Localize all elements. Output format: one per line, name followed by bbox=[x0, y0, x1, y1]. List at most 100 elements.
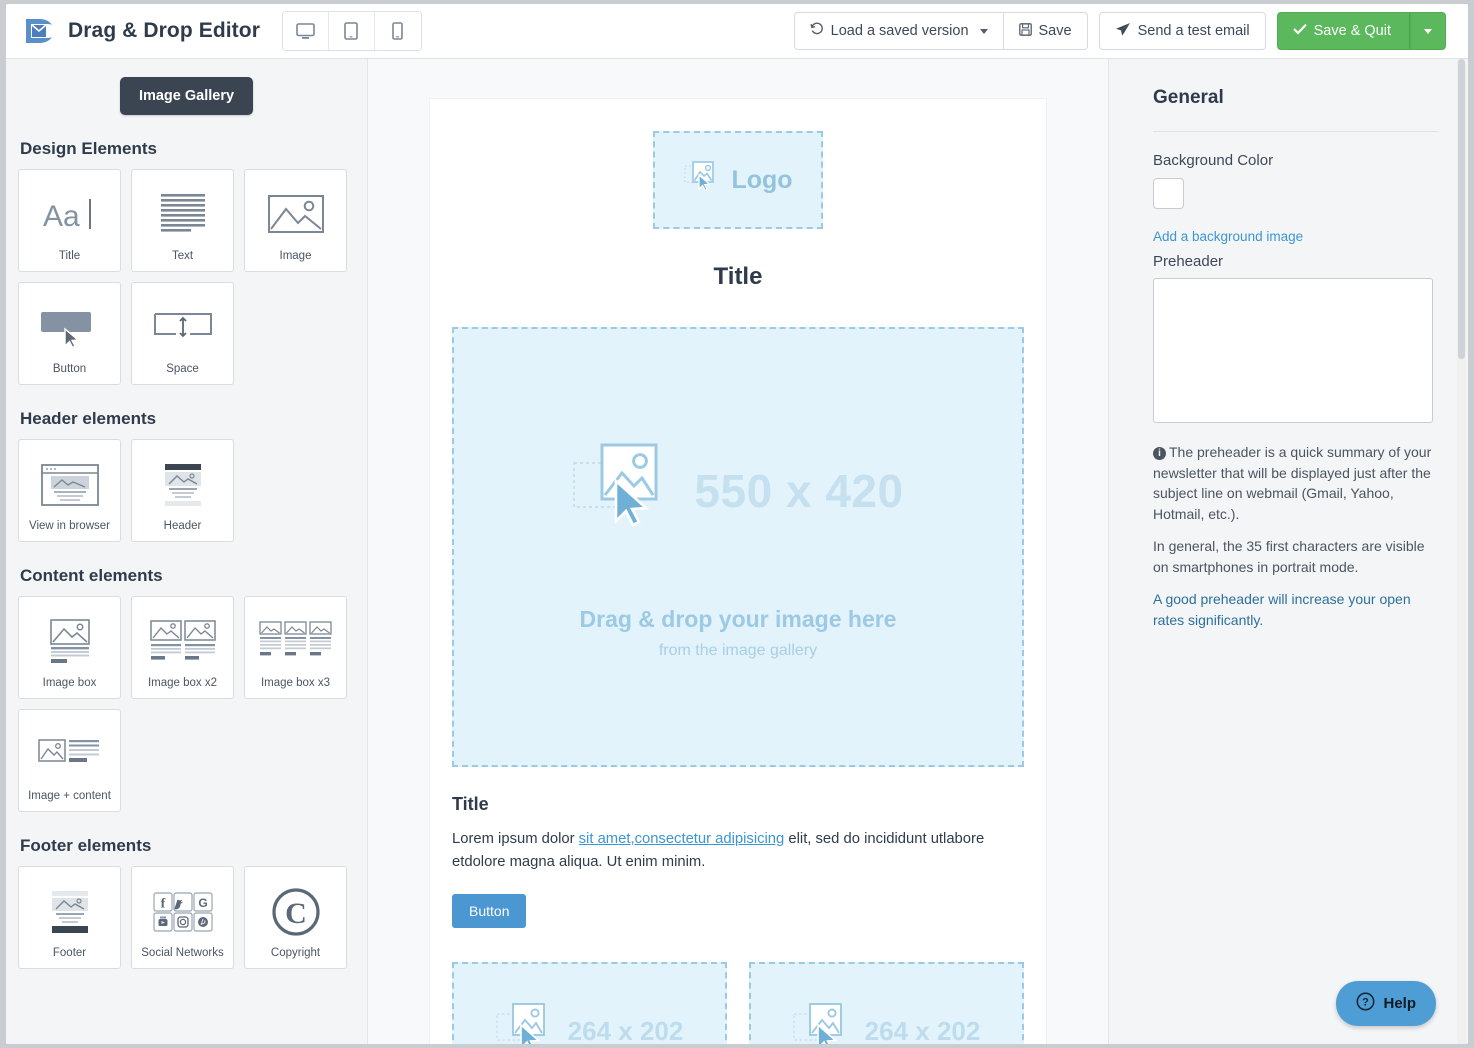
section-title-footer-elements: Footer elements bbox=[20, 836, 355, 856]
element-tile-title[interactable]: Aa Title bbox=[18, 169, 121, 272]
load-saved-version-label: Load a saved version bbox=[831, 23, 969, 39]
right-dropzone-size-label: 264 x 202 bbox=[865, 1016, 981, 1044]
element-tile-image-box[interactable]: Image box bbox=[18, 596, 121, 699]
copyright-icon: C bbox=[245, 876, 346, 947]
email-page: Logo Title bbox=[430, 99, 1046, 1044]
image-plus-content-icon bbox=[19, 719, 120, 790]
element-tile-text[interactable]: Text bbox=[131, 169, 234, 272]
element-tile-label: Footer bbox=[53, 947, 86, 968]
element-tile-header[interactable]: Header bbox=[131, 439, 234, 542]
svg-text:C: C bbox=[285, 897, 307, 930]
footer-block-icon bbox=[19, 876, 120, 947]
image-placeholder-icon bbox=[793, 998, 855, 1044]
content-elements-tiles: Image box bbox=[18, 596, 355, 812]
footer-elements-tiles: Footer f G bbox=[18, 866, 355, 969]
brand: Drag & Drop Editor bbox=[22, 15, 260, 47]
social-networks-icon: f G bbox=[132, 876, 233, 947]
image-box-x3-icon bbox=[245, 606, 346, 677]
title-aa-icon: Aa bbox=[19, 179, 120, 250]
text-lines-icon bbox=[132, 179, 233, 250]
element-tile-button[interactable]: Button bbox=[18, 282, 121, 385]
main-dropzone-size-label: 550 x 420 bbox=[694, 464, 903, 518]
content-cta-button[interactable]: Button bbox=[452, 894, 526, 928]
desktop-view-button[interactable] bbox=[283, 12, 329, 50]
save-quit-group: Save & Quit bbox=[1277, 12, 1446, 50]
element-tile-label: Image box x3 bbox=[261, 677, 330, 698]
content-heading[interactable]: Title bbox=[452, 794, 1046, 815]
content-paragraph[interactable]: Lorem ipsum dolor sit amet,consectetur a… bbox=[452, 828, 1024, 875]
scrollbar-thumb[interactable] bbox=[1458, 59, 1465, 359]
element-tile-image-plus-content[interactable]: Image + content bbox=[18, 709, 121, 812]
element-tile-label: Copyright bbox=[271, 947, 320, 968]
main-dropzone-headline: Drag & drop your image here bbox=[580, 606, 897, 633]
element-tile-label: Image + content bbox=[28, 790, 111, 811]
section-title-header-elements: Header elements bbox=[20, 409, 355, 429]
element-tile-image[interactable]: Image bbox=[244, 169, 347, 272]
element-tile-label: Button bbox=[53, 363, 86, 384]
svg-text:Aa: Aa bbox=[43, 200, 80, 233]
paper-plane-icon bbox=[1115, 22, 1131, 41]
design-elements-tiles: Aa Title bbox=[18, 169, 355, 385]
element-tile-label: Image box x2 bbox=[148, 677, 217, 698]
check-icon bbox=[1293, 23, 1307, 39]
top-actions: Load a saved version Save Send a test em… bbox=[794, 12, 1446, 50]
email-heading[interactable]: Title bbox=[430, 263, 1046, 291]
svg-text:G: G bbox=[198, 896, 207, 910]
element-tile-footer[interactable]: Footer bbox=[18, 866, 121, 969]
history-icon bbox=[810, 22, 824, 40]
tablet-icon bbox=[344, 22, 358, 40]
preheader-input[interactable] bbox=[1153, 278, 1433, 423]
add-background-image-link[interactable]: Add a background image bbox=[1153, 229, 1438, 244]
help-button[interactable]: ? Help bbox=[1336, 981, 1436, 1026]
elements-sidebar: Image Gallery Design Elements Aa Title bbox=[6, 59, 368, 1044]
right-image-dropzone[interactable]: 264 x 202 bbox=[749, 962, 1024, 1044]
browser-window-icon bbox=[19, 449, 120, 520]
image-gallery-button[interactable]: Image Gallery bbox=[120, 77, 253, 115]
chevron-down-icon bbox=[980, 29, 988, 34]
mobile-view-button[interactable] bbox=[375, 12, 421, 50]
panel-scrollbar[interactable] bbox=[1457, 59, 1466, 1044]
save-button[interactable]: Save bbox=[1003, 12, 1088, 50]
device-toggle-group bbox=[282, 11, 422, 51]
header-elements-tiles: View in browser Header bbox=[18, 439, 355, 542]
element-tile-image-box-x3[interactable]: Image box x3 bbox=[244, 596, 347, 699]
element-tile-space[interactable]: Space bbox=[131, 282, 234, 385]
top-toolbar: Drag & Drop Editor bbox=[6, 4, 1468, 59]
main-image-dropzone[interactable]: 550 x 420 Drag & drop your image here fr… bbox=[452, 327, 1024, 767]
element-tile-image-box-x2[interactable]: Image box x2 bbox=[131, 596, 234, 699]
send-test-email-label: Send a test email bbox=[1138, 23, 1250, 39]
element-tile-social-networks[interactable]: f G Social Networks bbox=[131, 866, 234, 969]
save-and-quit-dropdown-button[interactable] bbox=[1410, 12, 1446, 50]
logo-dropzone[interactable]: Logo bbox=[653, 131, 823, 229]
element-tile-label: Social Networks bbox=[141, 947, 223, 968]
save-label: Save bbox=[1039, 23, 1072, 39]
image-box-icon bbox=[19, 606, 120, 677]
element-tile-label: Text bbox=[172, 250, 193, 271]
preheader-help-text: iThe preheader is a quick summary of you… bbox=[1153, 442, 1435, 631]
send-test-email-button[interactable]: Send a test email bbox=[1099, 12, 1266, 50]
help-button-label: Help bbox=[1383, 995, 1416, 1012]
two-column-dropzones: 264 x 202 264 x 202 bbox=[452, 962, 1024, 1044]
help-paragraph-1: The preheader is a quick summary of your… bbox=[1153, 444, 1431, 522]
element-tile-view-in-browser[interactable]: View in browser bbox=[18, 439, 121, 542]
envelope-logo-icon bbox=[22, 15, 54, 47]
element-tile-label: Header bbox=[164, 520, 202, 541]
header-block-icon bbox=[132, 449, 233, 520]
space-icon bbox=[132, 292, 233, 363]
element-tile-copyright[interactable]: C Copyright bbox=[244, 866, 347, 969]
load-saved-version-button[interactable]: Load a saved version bbox=[794, 12, 1003, 50]
button-icon bbox=[19, 292, 120, 363]
floppy-disk-icon bbox=[1019, 23, 1032, 40]
tablet-view-button[interactable] bbox=[329, 12, 375, 50]
load-save-group: Load a saved version Save bbox=[794, 12, 1088, 50]
save-and-quit-label: Save & Quit bbox=[1314, 23, 1391, 39]
background-color-swatch[interactable] bbox=[1153, 178, 1184, 209]
logo-placeholder-label: Logo bbox=[731, 166, 792, 195]
svg-text:f: f bbox=[160, 896, 165, 911]
element-tile-label: Image box bbox=[43, 677, 97, 698]
left-image-dropzone[interactable]: 264 x 202 bbox=[452, 962, 727, 1044]
image-icon bbox=[245, 179, 346, 250]
mobile-icon bbox=[392, 22, 403, 40]
save-and-quit-button[interactable]: Save & Quit bbox=[1277, 12, 1410, 50]
paragraph-link[interactable]: sit amet,consectetur adipisicing bbox=[579, 831, 785, 847]
